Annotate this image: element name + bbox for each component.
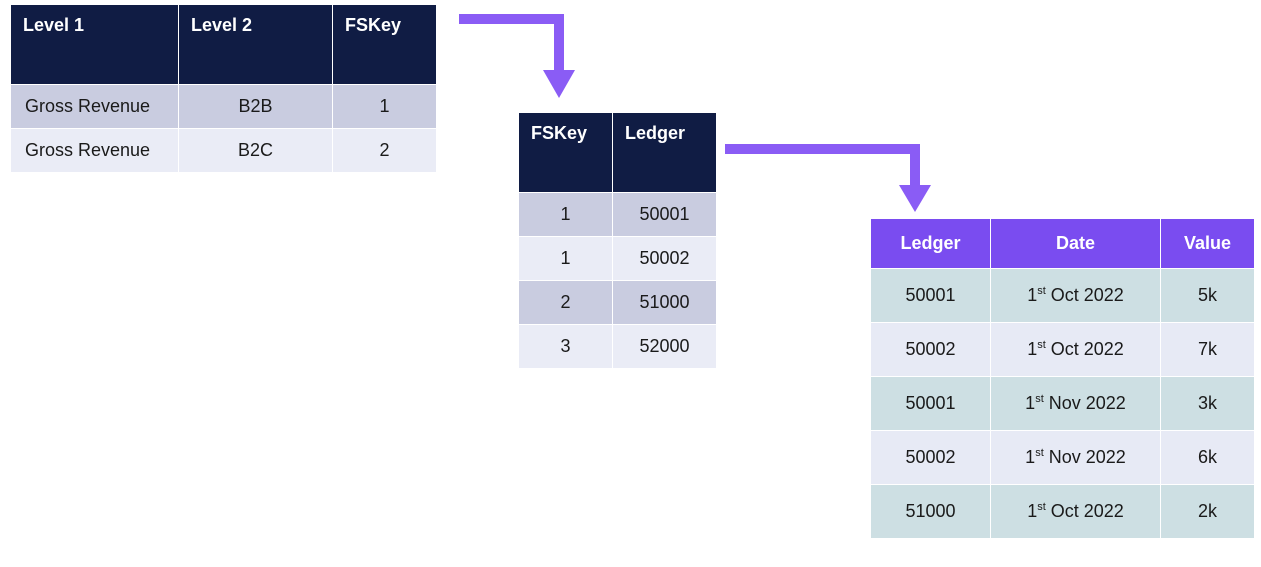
table-row: 50002 1st Oct 2022 7k: [871, 323, 1255, 377]
cell-ledger: 50002: [871, 431, 991, 485]
cell-level1: Gross Revenue: [11, 129, 179, 173]
arrow-icon: [459, 10, 589, 110]
table-row: 50001 1st Oct 2022 5k: [871, 269, 1255, 323]
hdr-fskey: FSKey: [333, 5, 437, 85]
cell-fskey: 2: [333, 129, 437, 173]
hdr-level1: Level 1: [11, 5, 179, 85]
cell-ledger: 50002: [871, 323, 991, 377]
cell-ledger: 50001: [871, 269, 991, 323]
cell-ledger: 50001: [871, 377, 991, 431]
hdr-value: Value: [1161, 219, 1255, 269]
cell-ledger: 50002: [613, 237, 717, 281]
cell-date: 1st Oct 2022: [991, 323, 1161, 377]
cell-fskey: 1: [519, 237, 613, 281]
table-row: 2 51000: [519, 281, 717, 325]
cell-date: 1st Oct 2022: [991, 485, 1161, 539]
hdr-ledger: Ledger: [613, 113, 717, 193]
table-row: 50002 1st Nov 2022 6k: [871, 431, 1255, 485]
hdr-date: Date: [991, 219, 1161, 269]
table-row: Gross Revenue B2C 2: [11, 129, 437, 173]
cell-level2: B2C: [179, 129, 333, 173]
mapping-table: FSKey Ledger 1 50001 1 50002 2 51000 3 5…: [518, 112, 717, 369]
cell-ledger: 52000: [613, 325, 717, 369]
table-row: 3 52000: [519, 325, 717, 369]
cell-ledger: 51000: [871, 485, 991, 539]
transactions-table: Ledger Date Value 50001 1st Oct 2022 5k …: [870, 218, 1255, 539]
table-row: 50001 1st Nov 2022 3k: [871, 377, 1255, 431]
cell-value: 3k: [1161, 377, 1255, 431]
cell-fskey: 2: [519, 281, 613, 325]
cell-fskey: 1: [333, 85, 437, 129]
table-row: Gross Revenue B2B 1: [11, 85, 437, 129]
table-row: 51000 1st Oct 2022 2k: [871, 485, 1255, 539]
cell-date: 1st Oct 2022: [991, 269, 1161, 323]
cell-value: 7k: [1161, 323, 1255, 377]
cell-date: 1st Nov 2022: [991, 377, 1161, 431]
hdr-level2: Level 2: [179, 5, 333, 85]
hierarchy-table: Level 1 Level 2 FSKey Gross Revenue B2B …: [10, 4, 437, 173]
cell-value: 2k: [1161, 485, 1255, 539]
cell-ledger: 50001: [613, 193, 717, 237]
cell-value: 5k: [1161, 269, 1255, 323]
cell-level2: B2B: [179, 85, 333, 129]
table-row: 1 50002: [519, 237, 717, 281]
cell-fskey: 1: [519, 193, 613, 237]
arrow-icon: [725, 140, 945, 220]
cell-value: 6k: [1161, 431, 1255, 485]
cell-date: 1st Nov 2022: [991, 431, 1161, 485]
cell-ledger: 51000: [613, 281, 717, 325]
hdr-fskey: FSKey: [519, 113, 613, 193]
table-row: 1 50001: [519, 193, 717, 237]
hdr-ledger: Ledger: [871, 219, 991, 269]
cell-level1: Gross Revenue: [11, 85, 179, 129]
cell-fskey: 3: [519, 325, 613, 369]
